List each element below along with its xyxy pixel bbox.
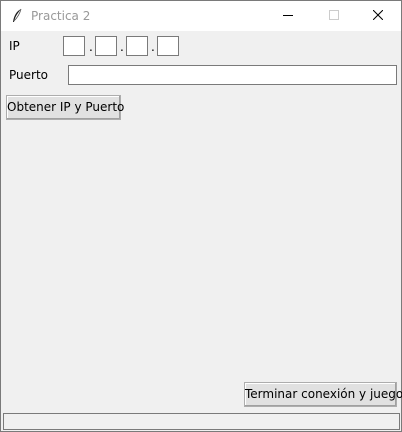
port-label: Puerto (9, 68, 48, 82)
get-ip-port-button[interactable]: Obtener IP y Puerto (6, 95, 124, 120)
minimize-button[interactable] (265, 1, 311, 31)
minimize-icon (283, 15, 293, 16)
port-input[interactable] (68, 65, 397, 85)
end-connection-button[interactable]: Terminar conexión y juego (244, 382, 402, 407)
ip-octet-2-input[interactable] (95, 36, 117, 56)
maximize-button[interactable] (311, 1, 357, 31)
ip-octet-1-input[interactable] (63, 36, 85, 56)
window-title: Practica 2 (31, 9, 91, 23)
app-window: Practica 2 IP . . . Puerto Obtener IP y … (0, 0, 402, 432)
feather-icon (11, 8, 23, 24)
ip-octet-3-input[interactable] (126, 36, 148, 56)
ip-separator: . (120, 40, 124, 54)
ip-separator: . (89, 40, 93, 54)
ip-label: IP (9, 39, 20, 53)
ip-octet-4-input[interactable] (157, 36, 179, 56)
ip-separator: . (151, 40, 155, 54)
close-icon (373, 10, 383, 20)
maximize-icon (329, 10, 339, 20)
close-button[interactable] (355, 1, 401, 31)
title-bar[interactable]: Practica 2 (1, 1, 401, 31)
status-bar (3, 413, 400, 430)
